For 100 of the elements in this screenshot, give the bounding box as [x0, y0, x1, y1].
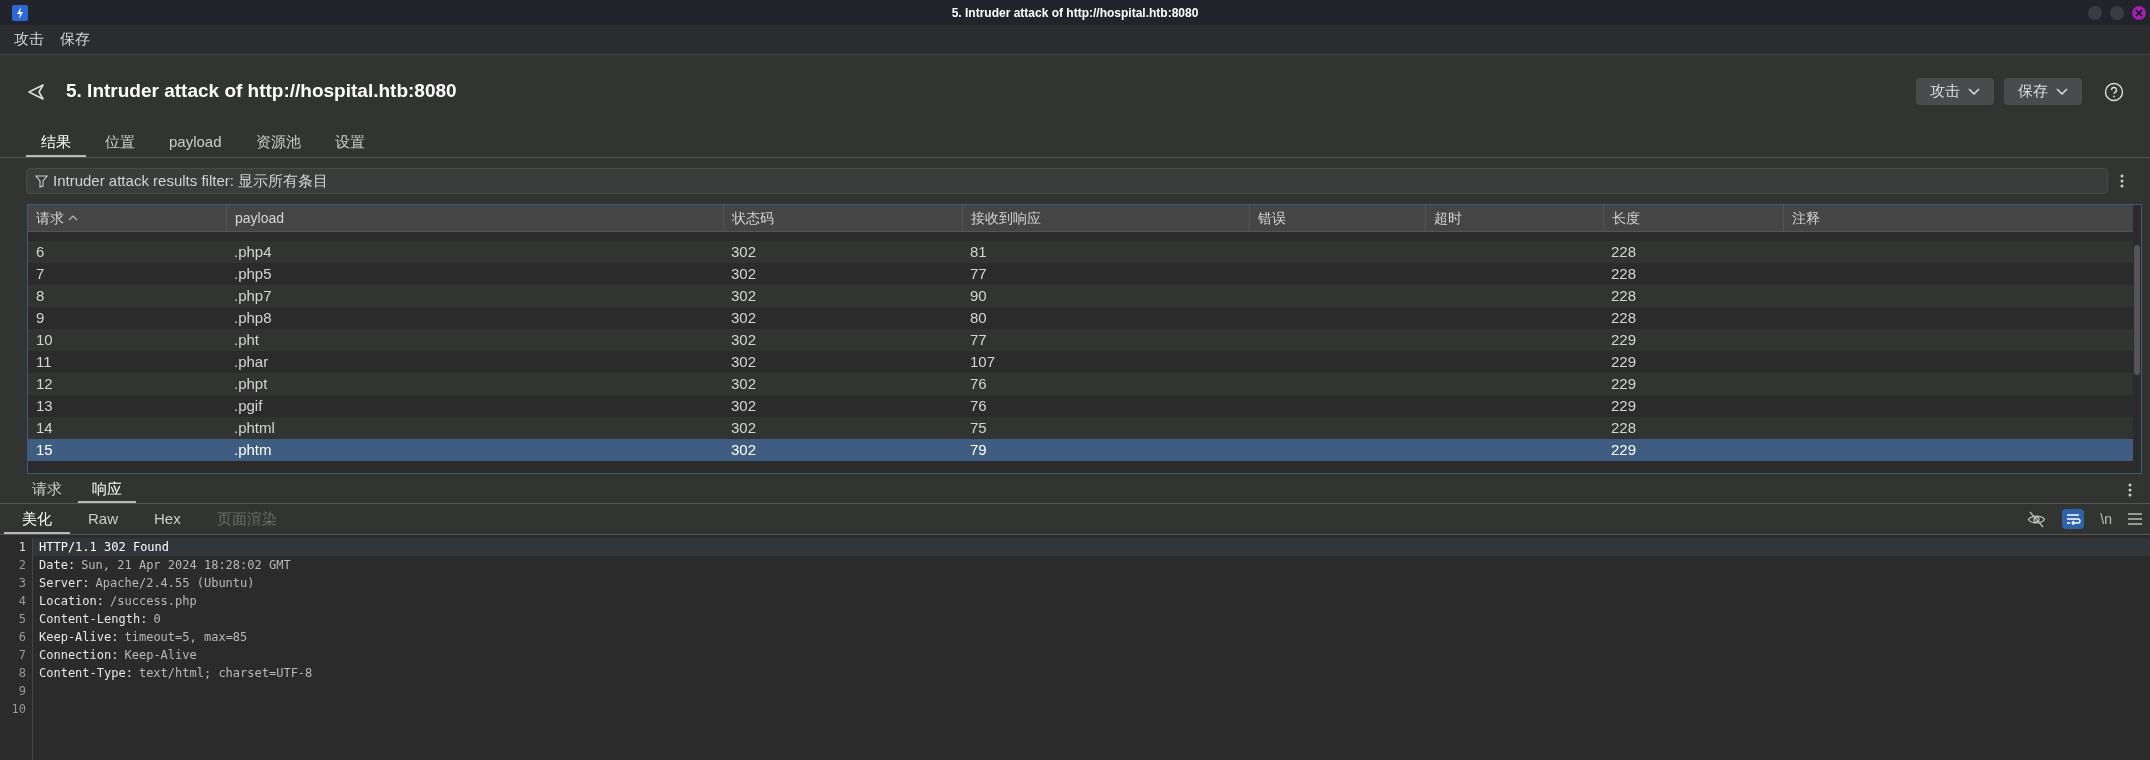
tab[interactable]: 结果: [26, 129, 86, 157]
header-value: Keep-Alive: [124, 647, 197, 664]
table-cell-text: 8: [36, 286, 45, 306]
table-cell-text: 76: [970, 374, 987, 394]
more-options-icon[interactable]: [2128, 483, 2132, 497]
line-number: 7: [18, 647, 26, 664]
table-cell-text: 229: [1611, 374, 1637, 394]
table-cell-text: 229: [1611, 396, 1637, 416]
table-row[interactable]: 6 .php4 302 81 228: [28, 241, 2133, 263]
table-cell-text: 76: [970, 396, 987, 416]
table-row[interactable]: 14 .phtml 302 75 228: [28, 417, 2133, 439]
table-cell-text: 7: [36, 264, 45, 284]
table-cell-text: 11: [36, 352, 52, 372]
header-name: Connection:: [39, 647, 119, 664]
table-cell-text: 302: [731, 286, 757, 306]
table-cell-text: 79: [970, 440, 987, 460]
header-value: /success.php: [110, 593, 197, 610]
header-name: Location:: [39, 593, 105, 610]
table-cell-text: .phar: [234, 352, 269, 372]
tab[interactable]: Raw: [70, 506, 136, 534]
table-cell-text: 15: [36, 440, 53, 460]
header-name: Keep-Alive:: [39, 629, 119, 646]
table-cell-text: 107: [970, 352, 996, 372]
menu-item[interactable]: 保存: [60, 28, 90, 51]
column-header[interactable]: payload: [226, 205, 723, 231]
column-header[interactable]: 接收到响应: [962, 205, 1249, 231]
menu-item[interactable]: 攻击: [14, 28, 44, 51]
newline-toggle[interactable]: \n: [2100, 508, 2112, 530]
page-title: 5. Intruder attack of http://hospital.htb:8080: [66, 79, 457, 104]
table-cell-text: 9: [36, 308, 45, 328]
table-cell-text: .php5: [234, 264, 272, 284]
table-cell-text: .phpt: [234, 374, 268, 394]
filter-text: Intruder attack results filter: 显示所有条目: [53, 170, 329, 191]
table-row[interactable]: 15 .phtm 302 79 229: [28, 439, 2133, 461]
header-value: timeout=5, max=85: [124, 629, 248, 646]
table-cell-text: 229: [1611, 330, 1637, 350]
table-cell-text: 80: [970, 308, 987, 328]
table-cell-text: 75: [970, 418, 987, 438]
table-cell-text: 81: [970, 242, 987, 262]
table-cell-text: .pht: [234, 330, 260, 350]
wrap-icon: [2065, 513, 2082, 525]
tab[interactable]: 响应: [78, 478, 136, 503]
table-row[interactable]: 10 .pht 302 77 229: [28, 329, 2133, 351]
app-logo-icon: [12, 4, 28, 21]
table-cell-text: 302: [731, 242, 757, 262]
tab[interactable]: Hex: [136, 506, 199, 534]
line-number: 1: [18, 539, 26, 556]
table-cell-text: 302: [731, 264, 757, 284]
table-cell-text: 302: [731, 418, 757, 438]
wrap-toggle[interactable]: [2062, 509, 2085, 529]
header-name: Date:: [39, 557, 76, 574]
table-cell-text: 302: [731, 440, 757, 460]
line-number: 6: [18, 629, 26, 646]
filter-bar[interactable]: Intruder attack results filter: 显示所有条目: [26, 168, 2108, 194]
caret-icon: [1968, 87, 1980, 96]
tab[interactable]: 资源池: [240, 129, 316, 157]
table-row[interactable]: 8 .php7 302 90 228: [28, 285, 2133, 307]
filter-icon: [35, 174, 48, 188]
table-cell-text: 229: [1611, 440, 1637, 460]
table-cell-text: .pgif: [234, 396, 263, 416]
header-name: Server:: [39, 575, 90, 592]
help-icon[interactable]: [2104, 81, 2124, 102]
header-value: 0: [153, 611, 161, 628]
table-cell-text: 302: [731, 374, 757, 394]
close-button[interactable]: [2132, 5, 2146, 20]
table-row[interactable]: 12 .phpt 302 76 229: [28, 373, 2133, 395]
tab[interactable]: 请求: [18, 478, 76, 503]
column-header[interactable]: 错误: [1249, 205, 1425, 231]
table-cell-text: 302: [731, 330, 757, 350]
dropdown-button[interactable]: 攻击: [1916, 78, 1994, 105]
line-number: 9: [18, 683, 26, 700]
column-header[interactable]: 请求: [28, 205, 226, 231]
send-icon[interactable]: [26, 81, 46, 102]
hidden-eye-icon[interactable]: [2027, 510, 2047, 528]
dropdown-button[interactable]: 保存: [2004, 78, 2082, 105]
line-number: 2: [18, 557, 26, 574]
line-number: 4: [18, 593, 26, 610]
tab[interactable]: payload: [154, 129, 237, 157]
table-cell-text: 77: [970, 264, 987, 284]
table-cell-text: 90: [970, 286, 987, 306]
status-line: HTTP/1.1 302 Found: [39, 539, 170, 556]
table-cell-text: 228: [1611, 308, 1637, 328]
header-name: Content-Type:: [39, 665, 133, 682]
table-cell-text: .php8: [234, 308, 272, 328]
table-cell-text: .php7: [234, 286, 272, 306]
more-options-icon[interactable]: [2120, 174, 2124, 188]
column-header[interactable]: 状态码: [723, 205, 962, 231]
caret-icon: [2056, 87, 2068, 96]
column-header[interactable]: 长度: [1603, 205, 1783, 231]
line-number: 3: [18, 575, 26, 592]
tab[interactable]: 设置: [319, 129, 380, 157]
header-name: Content-Length:: [39, 611, 148, 628]
line-number: 8: [18, 665, 26, 682]
table-cell-text: 228: [1611, 286, 1637, 306]
menu-icon[interactable]: [2128, 513, 2142, 525]
table-cell-text: 10: [36, 330, 53, 350]
column-header[interactable]: 超时: [1425, 205, 1603, 231]
tab[interactable]: 位置: [90, 129, 150, 157]
table-cell-text: 302: [731, 352, 757, 372]
table-cell-text: 228: [1611, 418, 1637, 438]
